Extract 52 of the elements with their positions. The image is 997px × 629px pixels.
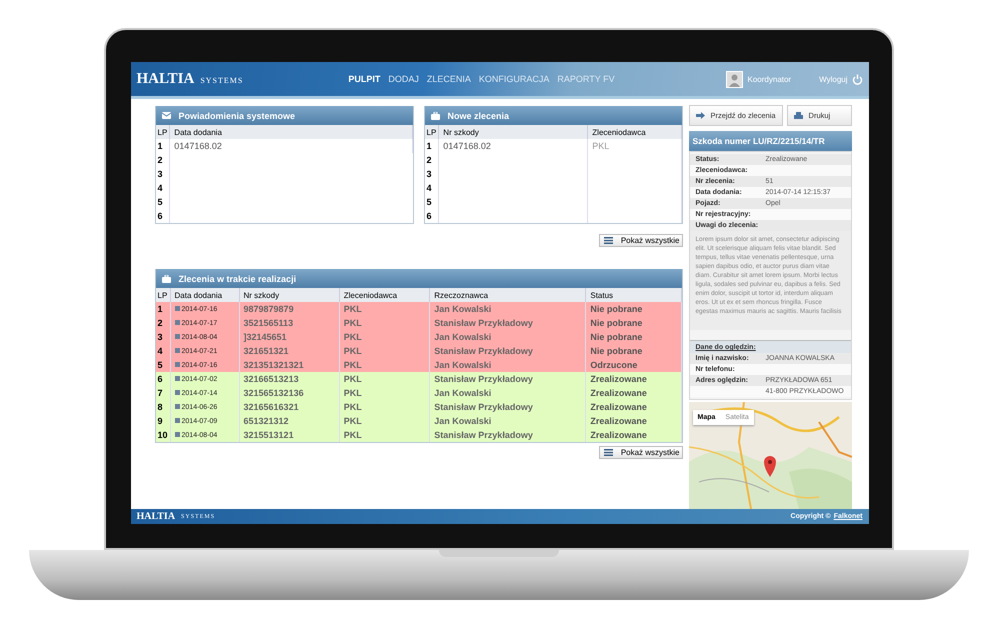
table-cell: 3 (424, 167, 439, 182)
table-cell: 5 (156, 195, 170, 210)
arrow-icon (696, 112, 704, 120)
table-cell: 3215513121 (239, 428, 340, 442)
nav-link[interactable]: DODAJ (388, 74, 419, 84)
column-header: Nr szkody (239, 288, 340, 302)
briefcase-icon (430, 112, 440, 120)
nav-link[interactable]: PULPIT (348, 74, 380, 84)
list-icon (604, 449, 613, 456)
nav-link[interactable]: ZLECENIA (426, 74, 471, 84)
table-cell: PKL (339, 428, 430, 442)
panel-title: Nowe zlecenia (448, 110, 510, 121)
table-cell: 0147168.02 (438, 139, 588, 154)
column-header: LP (156, 288, 170, 302)
column-header: LP (156, 125, 170, 140)
panel-title: Powiadomienia systemowe (178, 110, 296, 121)
brand-suffix: SYSTEMS (200, 76, 244, 86)
column-header: Data dodania (170, 288, 240, 302)
column-header: Data dodania (170, 125, 412, 140)
brand-name: HALTIA (136, 511, 176, 522)
table-cell: Zrealizowane (586, 428, 681, 442)
table-cell: 1 (156, 139, 170, 154)
envelope-icon (162, 112, 170, 120)
table-cell: 4 (424, 181, 439, 196)
table-cell: 10 (156, 428, 170, 442)
show-all-button[interactable]: Pokaż wszystkie (598, 446, 682, 460)
avatar-icon (726, 70, 743, 88)
list-icon (604, 237, 613, 244)
table-cell: 0147168.02 (170, 139, 412, 154)
table-cell: PKL (588, 139, 681, 154)
column-header: Nr szkody (438, 125, 588, 140)
table-cell: 5 (424, 195, 439, 210)
table-cell: 2 (156, 153, 170, 168)
column-header: Status (586, 288, 681, 302)
table-cell: 4 (156, 181, 170, 196)
brand-name: HALTIA (136, 70, 194, 88)
table-cell: Stanisław Przykładowy (430, 428, 586, 442)
table-cell: 6 (156, 209, 170, 224)
user-name: Koordynator (748, 74, 792, 84)
column-header: Zleceniodawca (339, 288, 430, 302)
show-all-button[interactable]: Pokaż wszystkie (598, 234, 682, 248)
column-header: LP (424, 125, 439, 140)
table-cell: 1 (424, 139, 439, 154)
column-header: Rzeczoznawca (430, 288, 586, 302)
column-header: Zleceniodawca (588, 125, 681, 140)
table-cell: 2 (424, 153, 439, 168)
table-cell: 6 (424, 209, 439, 224)
detail-title: Szkoda numer LU/RZ/2215/14/TR (688, 131, 852, 152)
briefcase-icon (162, 274, 170, 283)
panel-title: Zlecenia w trakcie realizacji (178, 274, 296, 284)
power-icon[interactable] (852, 74, 862, 85)
table-cell: 3 (156, 167, 170, 182)
